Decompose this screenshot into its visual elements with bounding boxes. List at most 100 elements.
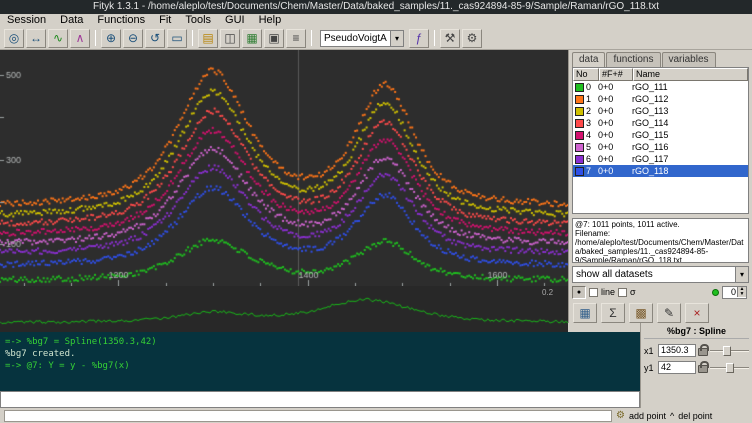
line-checkbox[interactable] (589, 288, 598, 297)
cell-name: rGO_116 (632, 142, 748, 152)
add-point-hint: add point (629, 411, 666, 421)
script-log-icon[interactable]: ≡ (286, 29, 306, 48)
slider-thumb[interactable] (723, 346, 731, 356)
cell-fcount: 0+0 (598, 118, 632, 128)
cell-name: rGO_114 (632, 118, 748, 128)
cell-name: rGO_117 (632, 154, 748, 164)
cell-fcount: 0+0 (598, 142, 632, 152)
window-title: Fityk 1.3.1 - /home/aleplo/test/Document… (93, 1, 659, 12)
dataset-row-rGO_111[interactable]: 00+0rGO_111 (573, 81, 748, 93)
save-session-icon[interactable]: ◫ (220, 29, 240, 48)
point-size-spinner[interactable]: 0 ▲ ▼ (722, 286, 747, 299)
dataset-row-rGO_116[interactable]: 50+0rGO_116 (573, 141, 748, 153)
menu-fit[interactable]: Fit (152, 14, 178, 27)
spinner-buttons: ▲ ▼ (737, 287, 746, 297)
zoom-all-icon[interactable]: ▭ (167, 29, 187, 48)
menu-help[interactable]: Help (252, 14, 289, 27)
tab-functions[interactable]: functions (606, 52, 660, 67)
dataset-row-rGO_114[interactable]: 30+0rGO_114 (573, 117, 748, 129)
zoom-out-icon[interactable]: ⊖ (123, 29, 143, 48)
data-info-line: @7: 1011 points, 1011 active. (575, 220, 746, 229)
chevron-down-icon[interactable]: ▾ (735, 267, 748, 282)
param-slider[interactable] (710, 362, 749, 374)
tab-data[interactable]: data (572, 52, 605, 67)
cell-fcount: 0+0 (598, 130, 632, 140)
dataset-color-chip (575, 83, 584, 92)
lock-icon[interactable] (698, 365, 708, 373)
cell-no: 3 (586, 118, 598, 128)
dataset-filter-value: show all datasets (573, 269, 735, 280)
main-plot-canvas[interactable] (0, 50, 568, 286)
tab-variables[interactable]: variables (662, 52, 716, 67)
range-mode-icon[interactable]: ↔ (26, 29, 46, 48)
slider-thumb[interactable] (726, 363, 734, 373)
previous-zoom-icon[interactable]: ↺ (145, 29, 165, 48)
dataset-row-rGO_118[interactable]: 70+0rGO_118 (573, 165, 748, 177)
aux-plot-canvas[interactable] (0, 286, 568, 332)
dataset-color-chip (575, 143, 584, 152)
function-panel-title: %bg7 : Spline (644, 325, 749, 339)
function-type-combo[interactable]: PseudoVoigtA▾ (320, 30, 404, 47)
column-header-2[interactable]: Name (633, 68, 748, 81)
menu-session[interactable]: Session (0, 14, 53, 27)
table-header: No#F+#Name (573, 68, 748, 81)
function-panel: %bg7 : Spline x11350.3y142 (640, 323, 752, 408)
gear-icon[interactable]: ⚙ (616, 410, 625, 421)
toolbar-separator (95, 30, 96, 46)
open-file-icon[interactable]: ▤ (198, 29, 218, 48)
param-label: y1 (644, 363, 656, 373)
dataset-color-chip (575, 107, 584, 116)
settings-icon[interactable]: ⚙ (462, 29, 482, 48)
console-line: =-> %bg7 = Spline(1350.3,42) (5, 336, 635, 348)
baseline-mode-icon[interactable]: ∿ (48, 29, 68, 48)
zoom-mode-icon[interactable]: ◎ (4, 29, 24, 48)
menu-bar: SessionDataFunctionsFitToolsGUIHelp (0, 14, 752, 27)
dataset-row-rGO_113[interactable]: 20+0rGO_113 (573, 105, 748, 117)
add-function-icon[interactable]: ƒ (409, 29, 429, 48)
cell-no: 5 (586, 142, 598, 152)
dataset-table-body: 00+0rGO_11110+0rGO_11220+0rGO_11330+0rGO… (573, 81, 748, 177)
data-info-line: Filename: /home/aleplo/test/Documents/Ch… (575, 229, 746, 263)
data-table-button[interactable]: ▦ (573, 303, 597, 323)
cell-name: rGO_115 (632, 130, 748, 140)
sidebar-buttons: ▦Σ▩✎× (572, 303, 749, 323)
dataset-filter-combo[interactable]: show all datasets ▾ (572, 266, 749, 283)
title-bar[interactable]: Fityk 1.3.1 - /home/aleplo/test/Document… (0, 0, 752, 14)
export-plot-icon[interactable]: ▦ (242, 29, 262, 48)
sidebar: datafunctionsvariables No#F+#Name 00+0rG… (568, 50, 752, 323)
toolbar-separator (311, 30, 312, 46)
chevron-down-icon[interactable]: ▾ (390, 31, 403, 46)
peak-draw-mode-icon[interactable]: ∧ (70, 29, 90, 48)
cell-no: 0 (586, 82, 598, 92)
param-slider[interactable] (710, 345, 749, 357)
draw-points-button[interactable]: ✎ (657, 303, 681, 323)
full-view-icon[interactable]: ▣ (264, 29, 284, 48)
dataset-row-rGO_112[interactable]: 10+0rGO_112 (573, 93, 748, 105)
zoom-in-icon[interactable]: ⊕ (101, 29, 121, 48)
status-bar: ⚙ add point ^ del point (0, 408, 752, 423)
spinner-down-icon[interactable]: ▼ (737, 292, 746, 297)
param-value-input[interactable]: 1350.3 (658, 344, 696, 357)
menu-gui[interactable]: GUI (218, 14, 252, 27)
shift-click-icon: ^ (670, 411, 674, 421)
line-label: line (601, 287, 615, 297)
menu-functions[interactable]: Functions (90, 14, 152, 27)
dataset-row-rGO_117[interactable]: 60+0rGO_117 (573, 153, 748, 165)
column-header-0[interactable]: No (573, 68, 599, 81)
cell-fcount: 0+0 (598, 154, 632, 164)
menu-data[interactable]: Data (53, 14, 90, 27)
param-value-input[interactable]: 42 (658, 361, 696, 374)
delete-points-button[interactable]: × (685, 303, 709, 323)
point-style-toggle[interactable]: ● (572, 286, 586, 299)
command-input[interactable] (0, 391, 640, 408)
column-header-1[interactable]: #F+# (599, 68, 633, 81)
dataset-color-chip (575, 167, 584, 176)
tools-icon[interactable]: ⚒ (440, 29, 460, 48)
sum-transform-button[interactable]: Σ (601, 303, 625, 323)
lock-icon[interactable] (698, 348, 708, 356)
fast-transform-button[interactable]: ▩ (629, 303, 653, 323)
dataset-row-rGO_115[interactable]: 40+0rGO_115 (573, 129, 748, 141)
param-row-y1: y142 (644, 359, 749, 376)
sigma-checkbox[interactable] (618, 288, 627, 297)
menu-tools[interactable]: Tools (178, 14, 218, 27)
